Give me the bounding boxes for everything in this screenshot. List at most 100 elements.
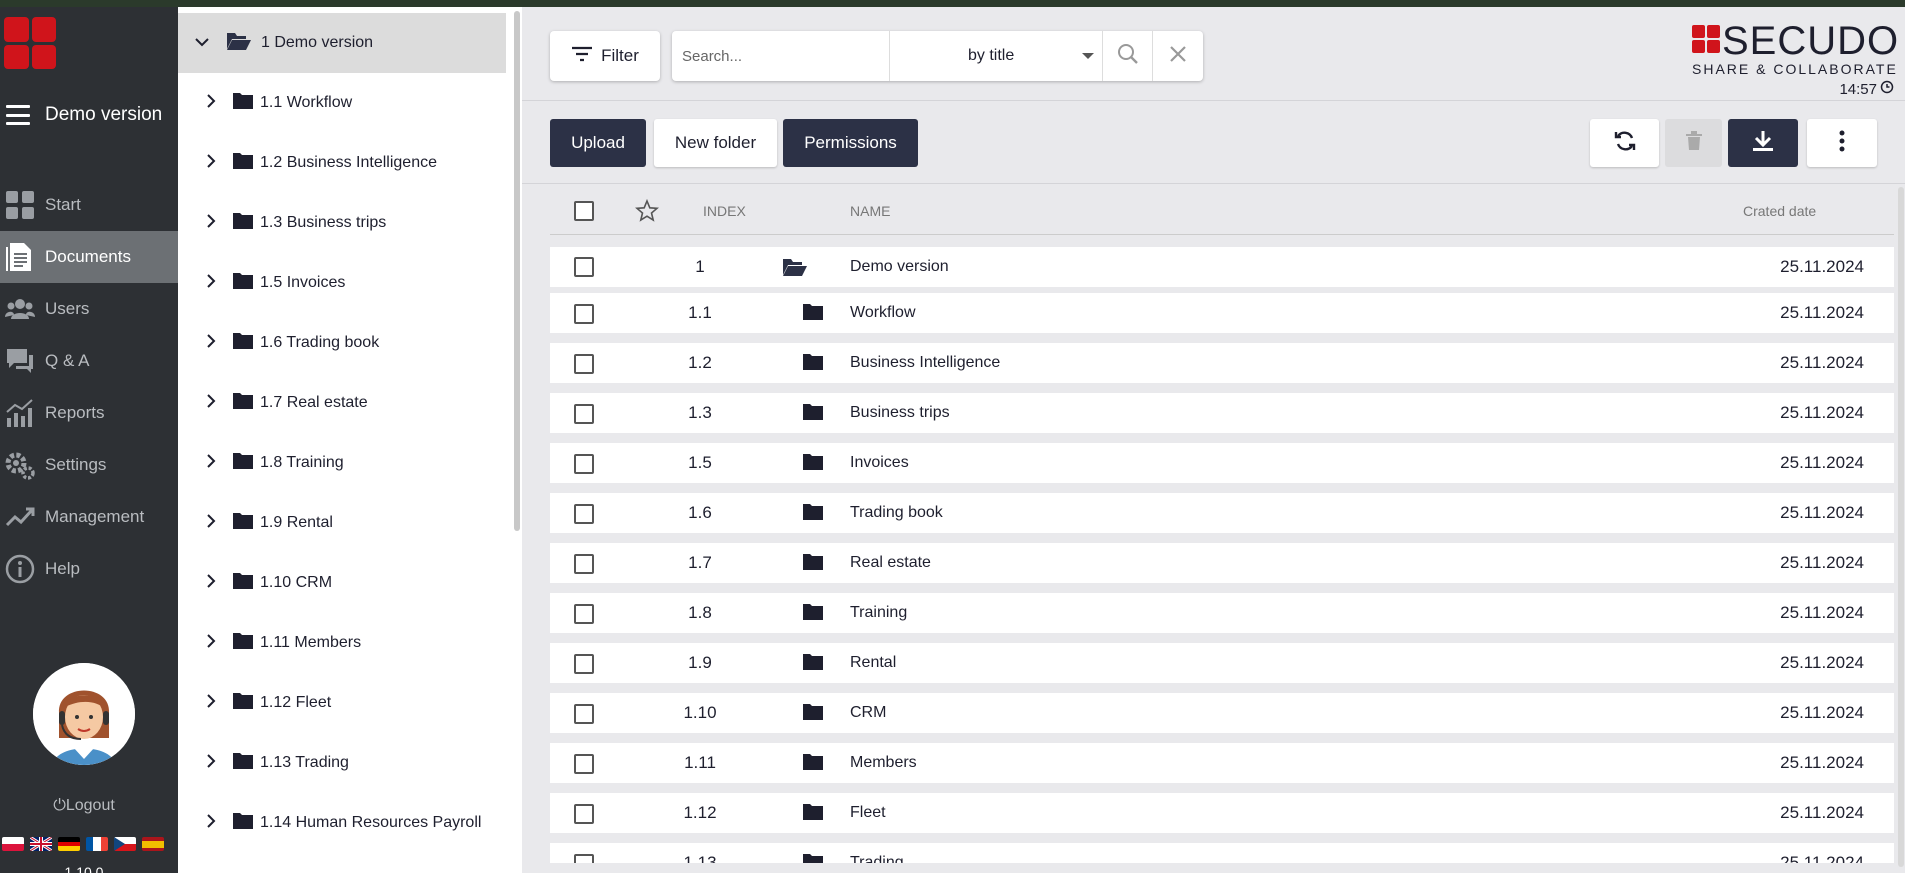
tree-scrollbar[interactable] [514, 11, 520, 531]
chevron-right-icon[interactable] [206, 393, 220, 414]
table-row[interactable]: 1.8 Training 25.11.2024 [550, 593, 1894, 633]
tree-item[interactable]: 1.7 Real estate [178, 373, 506, 433]
upload-button[interactable]: Upload [550, 119, 646, 167]
chevron-right-icon[interactable] [206, 813, 220, 834]
search-button[interactable] [1103, 31, 1153, 81]
table-row[interactable]: 1.2 Business Intelligence 25.11.2024 [550, 343, 1894, 383]
table-row[interactable]: 1 Demo version 25.11.2024 [550, 247, 1894, 287]
filter-button[interactable]: Filter [550, 31, 660, 81]
chevron-right-icon[interactable] [206, 573, 220, 594]
clear-search-button[interactable] [1153, 31, 1203, 81]
tree-item[interactable]: 1.3 Business trips [178, 193, 506, 253]
chevron-right-icon[interactable] [206, 453, 220, 474]
row-name[interactable]: Demo version [850, 258, 949, 276]
row-name[interactable]: Workflow [850, 304, 916, 322]
tree-item[interactable]: 1.9 Rental [178, 493, 506, 553]
row-checkbox[interactable] [574, 504, 594, 524]
tree-item[interactable]: 1.5 Invoices [178, 253, 506, 313]
row-name[interactable]: Invoices [850, 454, 909, 472]
row-checkbox[interactable] [574, 704, 594, 724]
row-checkbox[interactable] [574, 804, 594, 824]
refresh-button[interactable] [1590, 119, 1659, 167]
nav-item-start[interactable]: Start [0, 179, 178, 231]
hamburger-menu-icon[interactable] [6, 105, 30, 125]
tree-item[interactable]: 1.2 Business Intelligence [178, 133, 506, 193]
row-checkbox[interactable] [574, 257, 594, 277]
header-date[interactable]: Crated date [1743, 203, 1816, 219]
table-row[interactable]: 1.10 CRM 25.11.2024 [550, 693, 1894, 733]
nav-item-users[interactable]: Users [0, 283, 178, 335]
tree-root-node[interactable]: 1 Demo version [178, 13, 506, 73]
tree-item[interactable]: 1.14 Human Resources Payroll [178, 793, 506, 853]
chevron-down-icon[interactable] [194, 34, 212, 52]
row-name[interactable]: CRM [850, 704, 886, 722]
nav-item-management[interactable]: Management [0, 491, 178, 543]
row-name[interactable]: Rental [850, 654, 896, 672]
row-checkbox[interactable] [574, 354, 594, 374]
row-checkbox[interactable] [574, 404, 594, 424]
row-checkbox[interactable] [574, 304, 594, 324]
tree-item[interactable]: 1.13 Trading [178, 733, 506, 793]
table-row[interactable]: 1.1 Workflow 25.11.2024 [550, 293, 1894, 333]
flag-es-icon[interactable] [142, 837, 164, 851]
flag-gb-icon[interactable] [30, 837, 52, 851]
chevron-right-icon[interactable] [206, 153, 220, 174]
row-name[interactable]: Real estate [850, 554, 931, 572]
nav-title-bar[interactable]: Demo version [0, 95, 178, 135]
flag-fr-icon[interactable] [86, 837, 108, 851]
flag-pl-icon[interactable] [2, 837, 24, 851]
table-row[interactable]: 1.12 Fleet 25.11.2024 [550, 793, 1894, 833]
delete-button[interactable] [1665, 119, 1722, 167]
chevron-right-icon[interactable] [206, 93, 220, 114]
table-row[interactable]: 1.11 Members 25.11.2024 [550, 743, 1894, 783]
tree-item[interactable]: 1.10 CRM [178, 553, 506, 613]
flag-cz-icon[interactable] [114, 837, 136, 851]
tree-item[interactable]: 1.8 Training [178, 433, 506, 493]
row-name[interactable]: Members [850, 754, 917, 772]
flag-de-icon[interactable] [58, 837, 80, 851]
nav-item-reports[interactable]: Reports [0, 387, 178, 439]
row-name[interactable]: Trading [850, 854, 904, 863]
support-avatar[interactable] [33, 663, 135, 765]
table-row[interactable]: 1.9 Rental 25.11.2024 [550, 643, 1894, 683]
select-all-checkbox[interactable] [574, 201, 594, 221]
nav-item-documents[interactable]: Documents [0, 231, 178, 283]
row-name[interactable]: Fleet [850, 804, 886, 822]
tree-item[interactable]: 1.1 Workflow [178, 73, 506, 133]
row-checkbox[interactable] [574, 754, 594, 774]
table-row[interactable]: 1.5 Invoices 25.11.2024 [550, 443, 1894, 483]
nav-item-help[interactable]: Help [0, 543, 178, 595]
logout-link[interactable]: ⏻Logout [0, 797, 168, 815]
nav-item-settings[interactable]: Settings [0, 439, 178, 491]
chevron-right-icon[interactable] [206, 693, 220, 714]
download-button[interactable] [1728, 119, 1798, 167]
row-checkbox[interactable] [574, 454, 594, 474]
search-mode-select[interactable]: by title [890, 31, 1103, 81]
tree-item[interactable]: 1.6 Trading book [178, 313, 506, 373]
chevron-right-icon[interactable] [206, 273, 220, 294]
header-name[interactable]: NAME [850, 203, 890, 219]
row-checkbox[interactable] [574, 604, 594, 624]
star-icon[interactable] [634, 198, 660, 228]
chevron-right-icon[interactable] [206, 333, 220, 354]
row-name[interactable]: Business trips [850, 404, 950, 422]
more-options-button[interactable] [1807, 119, 1877, 167]
row-checkbox[interactable] [574, 654, 594, 674]
permissions-button[interactable]: Permissions [783, 119, 918, 167]
new-folder-button[interactable]: New folder [654, 119, 777, 167]
tree-item[interactable]: 1.11 Members [178, 613, 506, 673]
tree-item[interactable]: 1.12 Fleet [178, 673, 506, 733]
table-row[interactable]: 1.7 Real estate 25.11.2024 [550, 543, 1894, 583]
chevron-right-icon[interactable] [206, 633, 220, 654]
table-row[interactable]: 1.3 Business trips 25.11.2024 [550, 393, 1894, 433]
row-name[interactable]: Trading book [850, 504, 943, 522]
row-checkbox[interactable] [574, 854, 594, 863]
row-name[interactable]: Training [850, 604, 907, 622]
chevron-right-icon[interactable] [206, 753, 220, 774]
app-logo[interactable] [4, 17, 56, 69]
chevron-right-icon[interactable] [206, 513, 220, 534]
row-checkbox[interactable] [574, 554, 594, 574]
table-scrollbar[interactable] [1898, 187, 1904, 867]
search-input[interactable] [672, 31, 890, 81]
nav-item-qa[interactable]: Q & A [0, 335, 178, 387]
